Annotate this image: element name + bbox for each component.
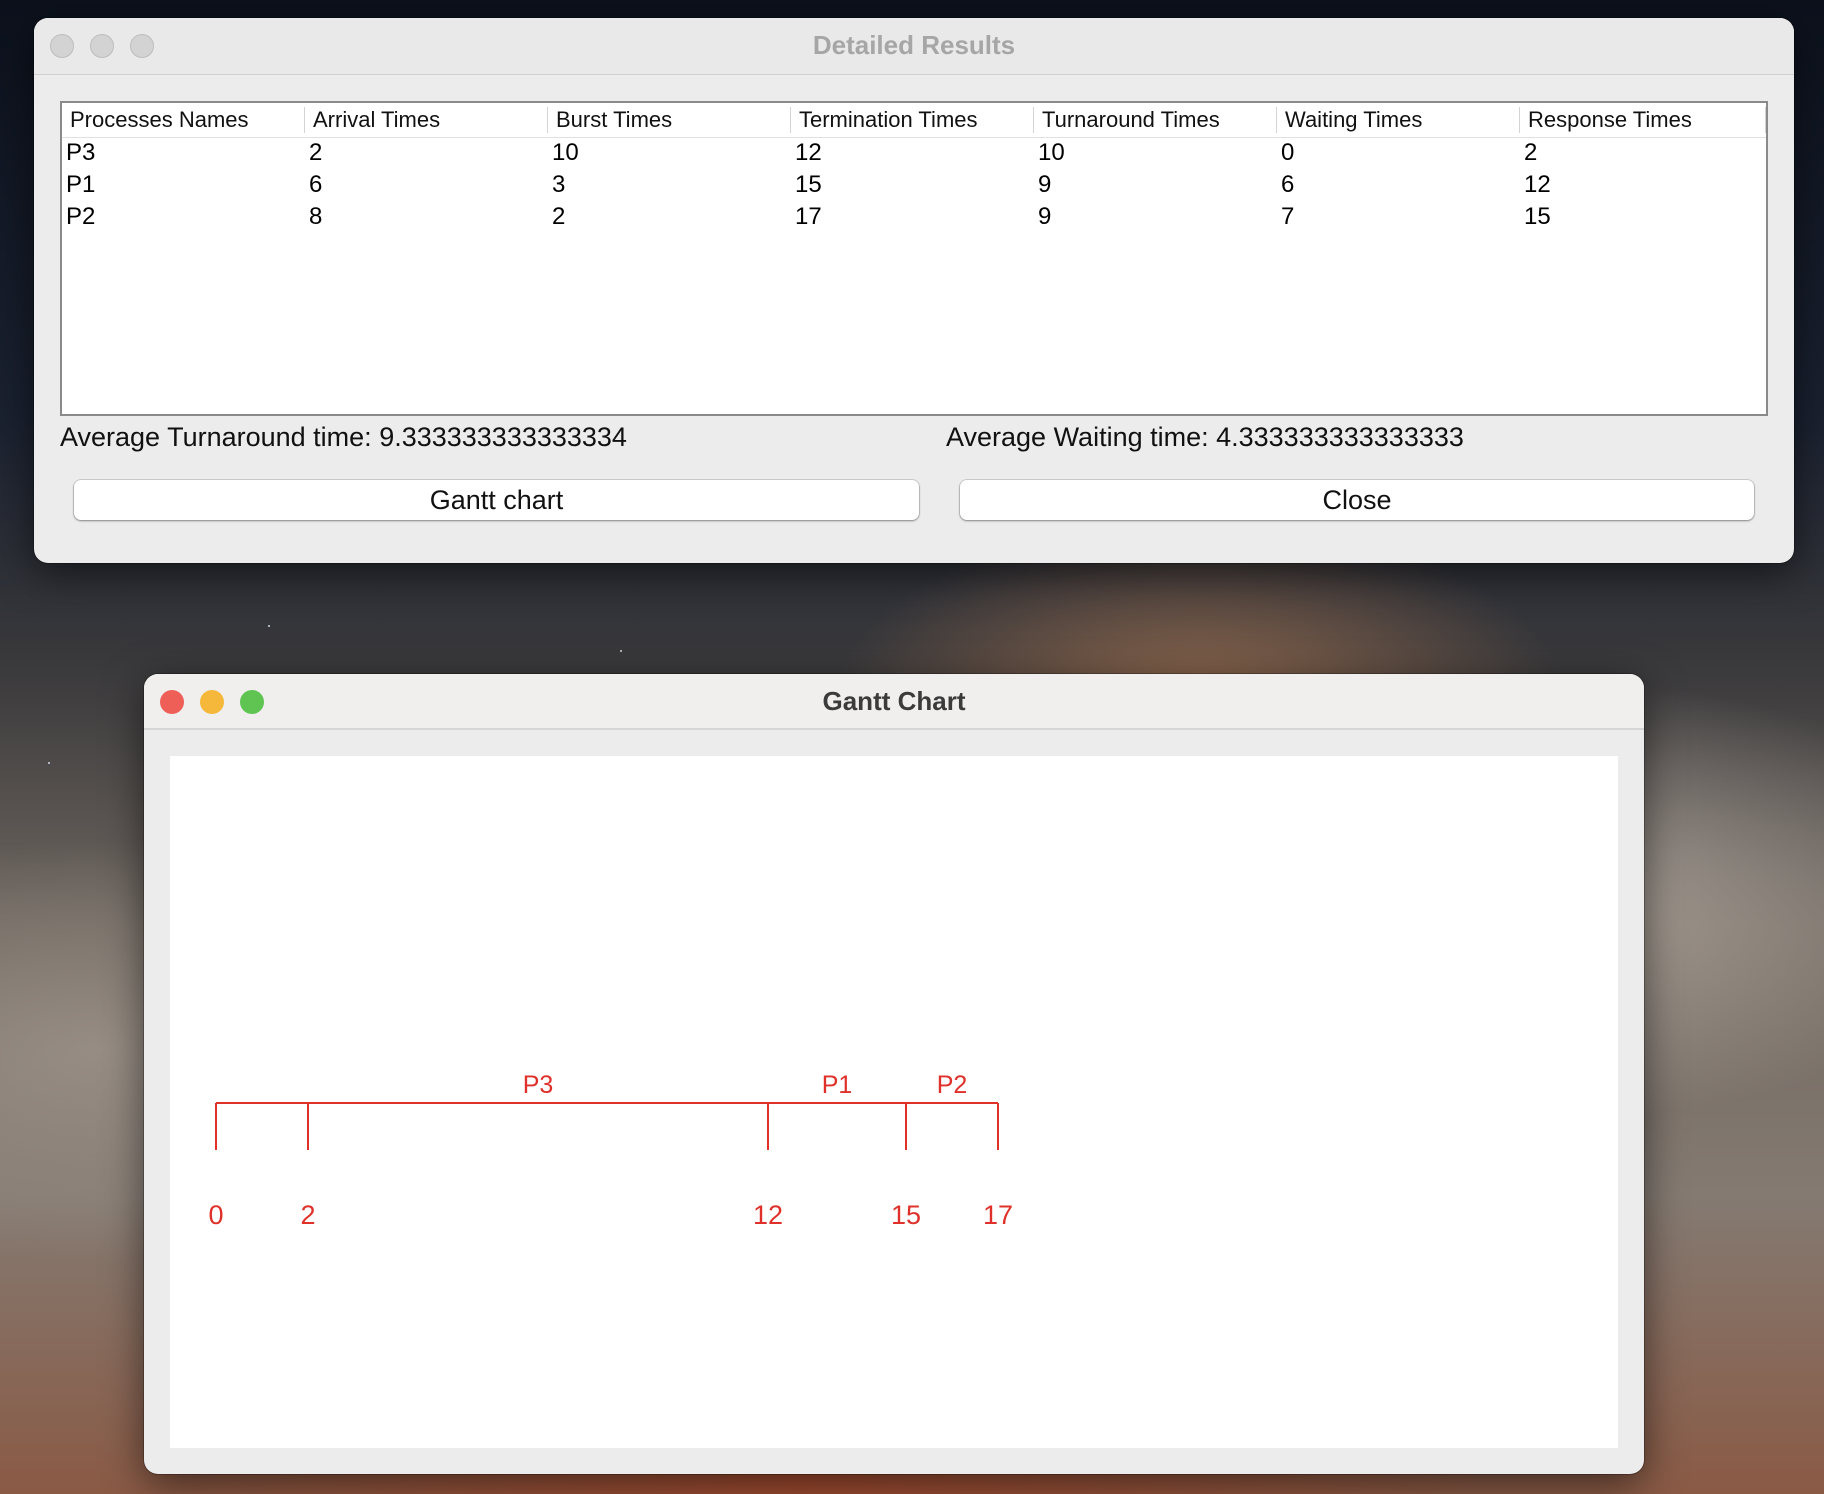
- detailed-results-window: Detailed Results Processes Names Arrival…: [34, 18, 1794, 563]
- table-cell: 12: [1524, 171, 1551, 198]
- column-header-burst-times[interactable]: Burst Times: [548, 107, 791, 133]
- gantt-tick-label: 2: [300, 1200, 315, 1230]
- table-row[interactable]: P1 6 3 15 9 6 12: [62, 169, 1766, 201]
- table-cell: 10: [552, 139, 579, 166]
- table-cell: 6: [1281, 171, 1295, 198]
- gantt-chart-window: Gantt Chart 0 2 12 15 17 P3 P1 P2: [144, 674, 1644, 1474]
- star: [268, 625, 270, 627]
- table-cell: 0: [1281, 139, 1295, 166]
- table-cell: 9: [1038, 171, 1052, 198]
- table-row[interactable]: P2 8 2 17 9 7 15: [62, 201, 1766, 233]
- column-header-arrival-times[interactable]: Arrival Times: [305, 107, 548, 133]
- table-cell: 17: [795, 203, 822, 230]
- table-cell: 15: [1524, 203, 1551, 230]
- table-cell: 12: [795, 139, 822, 166]
- gantt-segment-label: P1: [822, 1071, 853, 1099]
- table-cell: 8: [309, 203, 323, 230]
- table-cell: 2: [1524, 139, 1538, 166]
- table-cell: 9: [1038, 203, 1052, 230]
- window-title: Gantt Chart: [822, 686, 966, 716]
- table-row[interactable]: P3 2 10 12 10 0 2: [62, 137, 1766, 169]
- average-waiting-label: Average Waiting time: 4.333333333333333: [946, 422, 1464, 452]
- gantt-segment-label: P3: [523, 1071, 554, 1099]
- table-cell: 2: [552, 203, 566, 230]
- column-header-waiting-times[interactable]: Waiting Times: [1277, 107, 1520, 133]
- table-cell: 3: [552, 171, 566, 198]
- table-cell: 6: [309, 171, 323, 198]
- window-title: Detailed Results: [812, 30, 1016, 60]
- title-bar[interactable]: Detailed Results: [34, 18, 1794, 75]
- title-bar[interactable]: Gantt Chart: [144, 674, 1644, 730]
- column-header-processes-names[interactable]: Processes Names: [62, 107, 305, 133]
- gantt-chart: 0 2 12 15 17 P3 P1 P2: [208, 1071, 1013, 1230]
- gantt-segment-label: P2: [937, 1071, 968, 1099]
- gantt-chart-button[interactable]: Gantt chart: [74, 480, 919, 520]
- table-cell: P3: [66, 139, 96, 166]
- results-table[interactable]: Processes Names Arrival Times Burst Time…: [60, 101, 1768, 416]
- star: [620, 650, 622, 652]
- gantt-canvas: 0 2 12 15 17 P3 P1 P2: [170, 756, 1618, 1448]
- gantt-tick-label: 0: [208, 1200, 223, 1230]
- table-header: Processes Names Arrival Times Burst Time…: [62, 103, 1766, 138]
- column-header-turnaround-times[interactable]: Turnaround Times: [1034, 107, 1277, 133]
- table-cell: 7: [1281, 203, 1295, 230]
- table-cell: P1: [66, 171, 96, 198]
- average-turnaround-label: Average Turnaround time: 9.3333333333333…: [60, 422, 627, 452]
- column-header-response-times[interactable]: Response Times: [1520, 107, 1766, 133]
- table-cell: 2: [309, 139, 323, 166]
- gantt-tick-label: 15: [891, 1200, 921, 1230]
- column-header-termination-times[interactable]: Termination Times: [791, 107, 1034, 133]
- table-cell: 15: [795, 171, 822, 198]
- close-button[interactable]: Close: [960, 480, 1754, 520]
- gantt-tick-label: 17: [983, 1200, 1013, 1230]
- table-cell: 10: [1038, 139, 1065, 166]
- gantt-tick-label: 12: [753, 1200, 783, 1230]
- star: [48, 762, 50, 764]
- table-cell: P2: [66, 203, 96, 230]
